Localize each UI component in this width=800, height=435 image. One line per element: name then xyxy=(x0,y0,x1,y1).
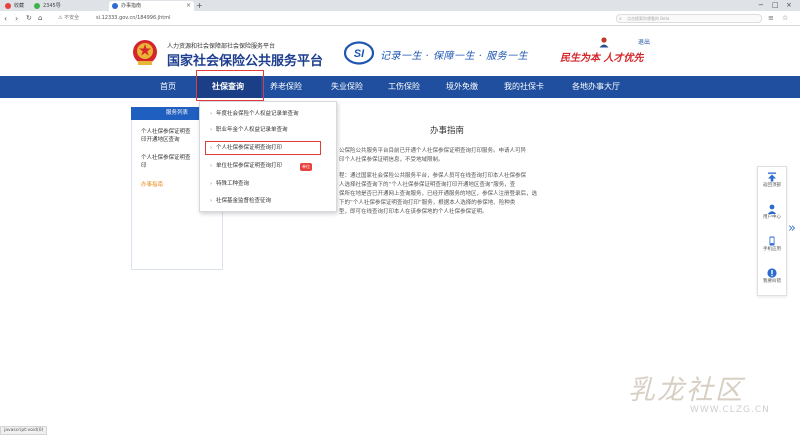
nav-item-unemployment[interactable]: 失业保险 xyxy=(331,76,363,98)
tab-label: 2345导 xyxy=(43,3,61,9)
menu-item-unit-certificate-print[interactable]: › 单位社保参保证明查询打印 xyxy=(210,162,282,171)
service-slogan: 记录一生 · 保障一生 · 服务一生 xyxy=(380,51,529,62)
opera-icon xyxy=(5,3,11,9)
nav-item-home[interactable]: 首页 xyxy=(160,76,176,98)
security-indicator[interactable]: ⚠ 不安全 xyxy=(58,14,79,23)
bookmark-icon[interactable]: ☆ xyxy=(782,14,788,23)
close-window-button[interactable]: × xyxy=(786,0,792,11)
report-error-button[interactable]: 我要纠错 xyxy=(757,268,787,285)
svg-text:SI: SI xyxy=(354,48,365,60)
expand-panel-icon[interactable]: » xyxy=(788,222,796,236)
search-input[interactable]: ⌕ 点击搜索你想看的 Beta xyxy=(616,14,762,23)
tab-label: 办事指南 xyxy=(121,3,142,9)
nav-item-overseas[interactable]: 境外免缴 xyxy=(446,76,478,98)
reload-icon[interactable]: ↻ xyxy=(26,13,32,24)
site-subtitle: 人力资源和社会保障部社会保险服务平台 xyxy=(167,43,276,50)
national-emblem-icon xyxy=(133,40,157,65)
menu-item-occupational-annuity[interactable]: › 职业年金个人权益记录单查询 xyxy=(210,126,288,135)
content-paragraph: 保所在地是否已开通网上查询服务，已经开通服务的地区，参保人注册登录后，选 xyxy=(339,191,538,197)
nav-item-work-injury[interactable]: 工伤保险 xyxy=(388,76,420,98)
site-icon xyxy=(112,3,118,9)
back-icon[interactable]: ‹ xyxy=(4,13,7,24)
maximize-button[interactable]: □ xyxy=(772,0,779,11)
browser-tab-bar: 收藏 2345导 办事指南 × + − □ × xyxy=(0,0,800,11)
menu-item-special-job-type[interactable]: › 特殊工种查询 xyxy=(210,180,249,189)
user-center-button[interactable]: 用户中心 xyxy=(757,204,787,221)
back-to-top-button[interactable]: 返回顶部 xyxy=(757,172,787,189)
minimize-button[interactable]: − xyxy=(758,0,764,11)
content-paragraph: 型，即可在线查询打印本人在该参保地的个人社保参保证明。 xyxy=(339,209,488,215)
new-tab-button[interactable]: + xyxy=(196,0,203,11)
float-label: 手机应用 xyxy=(763,247,781,252)
red-slogan: 民生为本 人才优先 xyxy=(560,53,644,64)
close-icon[interactable]: × xyxy=(186,1,191,11)
mobile-app-button[interactable]: 手机应用 xyxy=(757,236,787,253)
exclamation-icon xyxy=(767,268,777,278)
content-paragraph: 程：通过国家社会保险公共服务平台，参保人员可在线查询打印本人社保参保 xyxy=(339,173,527,179)
watermark: 乳龙社区 xyxy=(628,375,744,406)
nav-highlight-box xyxy=(196,70,264,101)
float-label: 返回顶部 xyxy=(763,183,781,188)
site-icon xyxy=(34,3,40,9)
search-icon: ⌕ xyxy=(619,16,622,22)
menu-item-annual-rights-record[interactable]: › 年度社会保险个人权益记录单查询 xyxy=(210,110,299,119)
home-icon[interactable]: ⌂ xyxy=(38,13,42,24)
status-bar: javascript:void(0) xyxy=(0,426,48,435)
page-title: 办事指南 xyxy=(430,126,465,136)
avatar[interactable] xyxy=(598,36,610,48)
watermark-url: WWW.CLZG.CN xyxy=(690,405,770,415)
nav-item-pension[interactable]: 养老保险 xyxy=(270,76,302,98)
unit-badge: 单位 xyxy=(300,163,312,171)
arrow-up-icon xyxy=(768,172,776,182)
site-title[interactable]: 国家社会保险公共服务平台 xyxy=(167,50,323,69)
tab-guide[interactable]: 办事指南 × xyxy=(109,1,194,11)
nav-item-service-halls[interactable]: 各地办事大厅 xyxy=(572,76,620,98)
content-paragraph: 下的“个人社保参保证明查询打印”服务，根据本人选择的参保地、险种类 xyxy=(339,200,516,206)
content-paragraph: 公保险公共服务平台目前已开通个人社保参保证明查询打印服务。申请人可异 xyxy=(339,148,527,154)
menu-highlight-box xyxy=(205,141,321,155)
menu-icon[interactable]: ≡ xyxy=(768,14,774,23)
float-label: 用户中心 xyxy=(763,215,781,220)
logout-link[interactable]: 退出 xyxy=(638,37,650,46)
user-icon xyxy=(767,204,777,214)
menu-item-fund-supervision[interactable]: › 社保基金监督检查征询 xyxy=(210,197,271,206)
float-label: 我要纠错 xyxy=(763,279,781,284)
search-placeholder: 点击搜索你想看的 Beta xyxy=(627,16,670,21)
phone-icon xyxy=(769,236,775,246)
tab-bookmarks[interactable]: 收藏 xyxy=(2,1,30,11)
si-logo-icon: SI xyxy=(344,41,374,65)
nav-item-my-card[interactable]: 我的社保卡 xyxy=(504,76,544,98)
forward-icon[interactable]: › xyxy=(15,13,18,24)
content-paragraph: 印个人社保参保证明信息，不受地域限制。 xyxy=(339,157,444,163)
tab-label: 收藏 xyxy=(14,3,25,9)
content-paragraph: 人选择社保查询下的“个人社保参保证明查询打印开通地区查询”服务，查 xyxy=(339,182,516,188)
url-field[interactable]: si.12333.gov.cn/184996.jhtml xyxy=(96,14,171,23)
tab-2345[interactable]: 2345导 xyxy=(31,1,65,11)
address-bar: ‹ › ↻ ⌂ ⚠ 不安全 si.12333.gov.cn/184996.jht… xyxy=(0,11,800,26)
